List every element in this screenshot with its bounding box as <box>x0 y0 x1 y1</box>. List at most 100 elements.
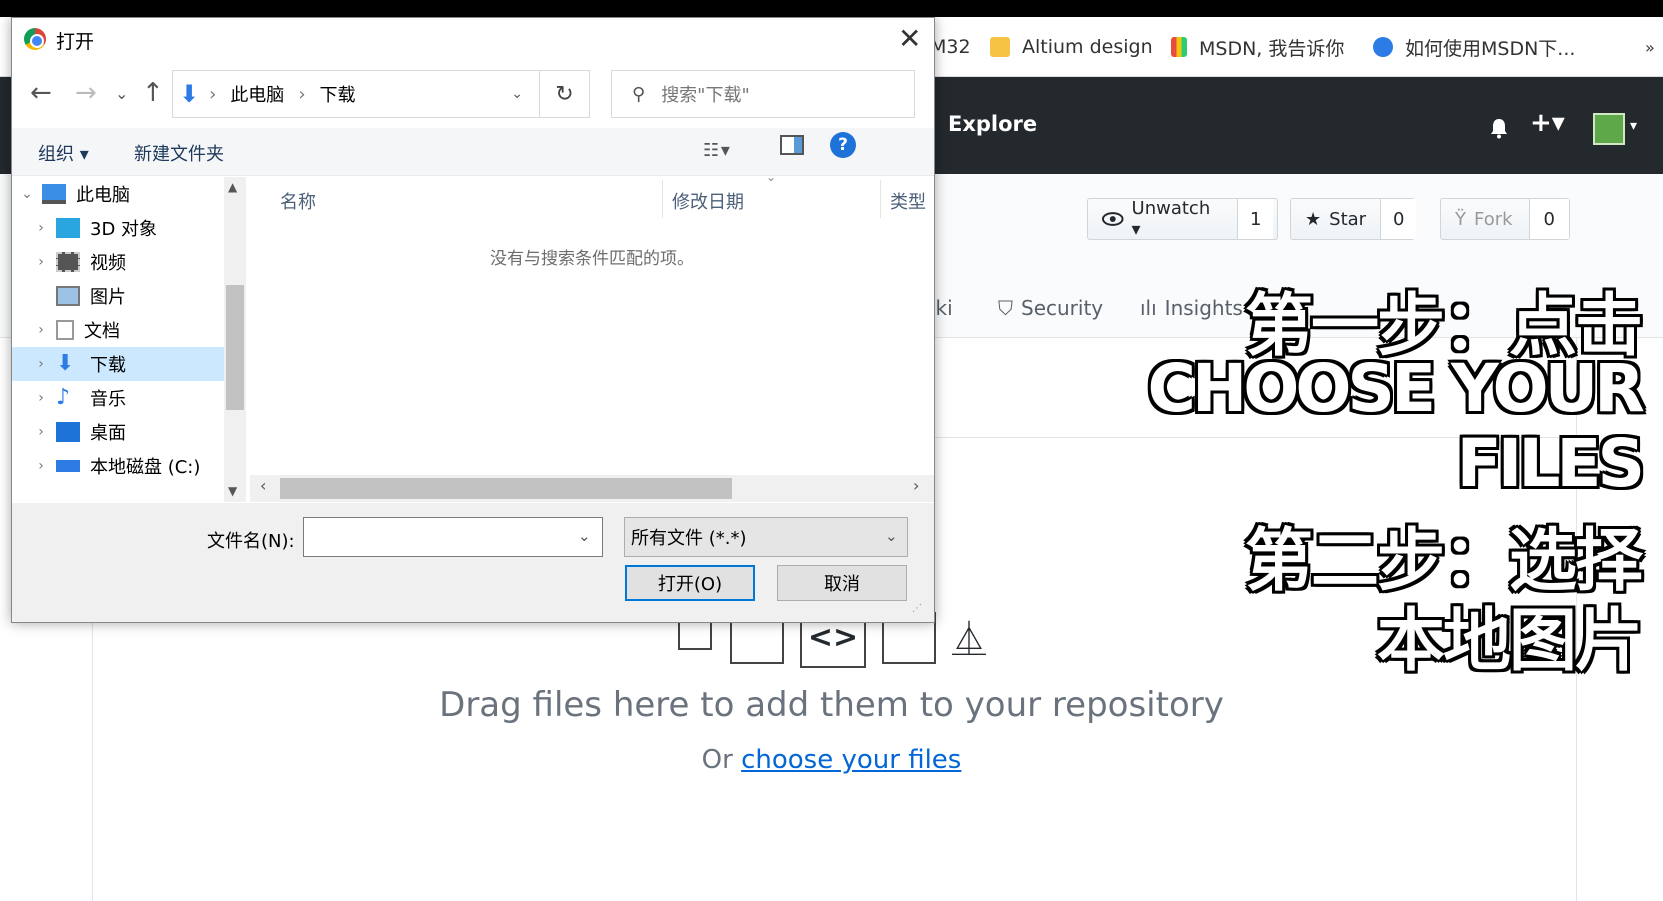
tree-item-documents[interactable]: › 文档 <box>12 313 224 347</box>
refresh-button[interactable]: ↻ <box>540 70 590 118</box>
drag-files-text: Drag files here to add them to your repo… <box>439 685 1224 725</box>
nav-scrollbar-thumb[interactable] <box>226 285 244 410</box>
caret-down-icon[interactable]: ▾ <box>1630 118 1637 134</box>
tree-item-local-disk[interactable]: › 本地磁盘 (C:) <box>12 449 224 483</box>
chevron-right-icon[interactable]: › <box>26 390 56 406</box>
computer-icon <box>42 184 66 204</box>
tree-item-desktop[interactable]: › 桌面 <box>12 415 224 449</box>
eye-icon <box>1102 212 1124 226</box>
preview-pane-icon[interactable] <box>780 135 804 155</box>
bookmark-m32[interactable]: M32 <box>930 17 971 77</box>
filename-input[interactable] <box>303 517 603 557</box>
recent-locations-chevron-icon[interactable]: ⌄ <box>115 84 128 103</box>
chevron-right-icon[interactable]: › <box>26 322 56 338</box>
column-separator <box>662 180 663 218</box>
folder-icon <box>990 37 1010 57</box>
address-bar[interactable]: ⬇ › 此电脑 › 下载 ⌄ <box>172 70 540 118</box>
up-arrow-icon[interactable]: ↑ <box>142 78 164 108</box>
sort-chevron-icon: ⌄ <box>766 170 777 184</box>
organize-menu[interactable]: 组织 ▾ <box>38 140 89 166</box>
resize-grip-icon[interactable]: ⋰ <box>912 603 922 614</box>
unwatch-button[interactable]: Unwatch ▾ 1 <box>1087 198 1278 240</box>
overlay-files: FILES <box>1456 425 1645 502</box>
tab-insights[interactable]: ılı Insights <box>1140 296 1243 320</box>
view-options-icon[interactable]: ☷ ▾ <box>703 140 730 161</box>
star-count[interactable]: 0 <box>1393 209 1404 230</box>
chevron-down-icon[interactable]: ⌄ <box>12 186 42 202</box>
breadcrumb-separator-icon: › <box>209 83 217 105</box>
search-icon: ⚲ <box>632 83 646 105</box>
paw-icon <box>1373 37 1393 57</box>
bookmark-msdn[interactable]: MSDN, 我告诉你 <box>1171 17 1344 77</box>
fork-icon: Ÿ <box>1455 208 1466 230</box>
create-new-button[interactable]: +▾ <box>1530 108 1565 138</box>
cancel-button[interactable]: 取消 <box>777 565 907 601</box>
breadcrumb-separator-icon: › <box>298 83 306 105</box>
tree-item-this-pc[interactable]: ⌄ 此电脑 <box>12 177 224 211</box>
3d-objects-icon <box>56 218 80 238</box>
column-name[interactable]: 名称 <box>280 188 316 214</box>
shield-icon: ⛉ <box>998 296 1013 320</box>
msdn-icon <box>1171 37 1187 57</box>
back-arrow-icon[interactable]: ← <box>30 78 52 108</box>
open-button[interactable]: 打开(O) <box>625 565 755 601</box>
column-type[interactable]: 类型 <box>890 188 926 214</box>
unwatch-count[interactable]: 1 <box>1250 209 1261 230</box>
tree-item-downloads[interactable]: › ⬇ 下载 <box>12 347 224 381</box>
close-icon[interactable]: ✕ <box>898 22 921 55</box>
file-list[interactable] <box>250 177 934 477</box>
document-icon <box>56 320 74 340</box>
bookmark-altium[interactable]: Altium design <box>990 17 1153 77</box>
chevron-right-icon[interactable]: › <box>26 254 56 270</box>
scroll-right-icon[interactable]: › <box>913 476 919 495</box>
avatar[interactable] <box>1593 113 1625 145</box>
forward-arrow-icon[interactable]: → <box>75 78 97 108</box>
search-placeholder: 搜索"下载" <box>661 85 750 106</box>
tree-item-pictures[interactable]: 图片 <box>12 279 224 313</box>
fork-button[interactable]: Ÿ Fork 0 <box>1440 198 1570 240</box>
browser-top-strip <box>0 0 1663 17</box>
search-input[interactable]: ⚲ 搜索"下载" <box>611 70 915 118</box>
video-icon <box>56 252 80 272</box>
help-icon[interactable]: ? <box>830 132 856 158</box>
bell-icon[interactable] <box>1488 117 1510 139</box>
chevron-down-icon[interactable]: ⌄ <box>578 527 591 545</box>
graph-icon: ılı <box>1140 296 1157 320</box>
scroll-left-icon[interactable]: ‹ <box>260 476 266 495</box>
overlay-choose-your: CHOOSE YOUR <box>1147 350 1645 427</box>
tab-security[interactable]: ⛉ Security <box>998 296 1103 320</box>
horizontal-scrollbar-thumb[interactable] <box>280 478 732 499</box>
chevron-right-icon[interactable]: › <box>26 356 56 372</box>
overlay-local-images: 本地图片 <box>1376 602 1643 681</box>
filename-label: 文件名(N): <box>207 531 295 552</box>
chevron-right-icon[interactable]: › <box>26 424 56 440</box>
tree-item-3d-objects[interactable]: › 3D 对象 <box>12 211 224 245</box>
bookmark-howto-msdn[interactable]: 如何使用MSDN下... <box>1373 17 1575 77</box>
breadcrumb-this-pc[interactable]: 此电脑 <box>230 81 284 107</box>
star-icon: ★ <box>1305 208 1322 230</box>
column-date-modified[interactable]: 修改日期 <box>672 188 744 214</box>
tree-item-music[interactable]: › ♪ 音乐 <box>12 381 224 415</box>
chrome-icon <box>24 28 46 50</box>
download-arrow-icon: ⬇ <box>179 80 200 108</box>
chevron-right-icon[interactable]: › <box>26 458 56 474</box>
tree-item-videos[interactable]: › 视频 <box>12 245 224 279</box>
music-icon: ♪ <box>56 385 71 410</box>
filetype-select[interactable]: 所有文件 (*.*) <box>624 517 908 557</box>
drive-icon <box>56 460 80 472</box>
explore-link[interactable]: Explore <box>948 112 1037 136</box>
new-folder-button[interactable]: 新建文件夹 <box>134 140 224 166</box>
chevron-down-icon[interactable]: ⌄ <box>885 527 898 545</box>
bookmarks-more-button[interactable]: » <box>1645 17 1655 77</box>
desktop-icon <box>56 422 80 442</box>
chevron-right-icon[interactable]: › <box>26 220 56 236</box>
scroll-up-icon[interactable]: ▲ <box>228 180 237 194</box>
pdf-file-icon: ⏅ <box>952 612 988 660</box>
choose-your-files-link[interactable]: choose your files <box>741 745 961 775</box>
star-button[interactable]: ★ Star 0 <box>1290 198 1417 240</box>
fork-count[interactable]: 0 <box>1544 209 1555 230</box>
breadcrumb-downloads[interactable]: 下载 <box>320 81 356 107</box>
scroll-down-icon[interactable]: ▼ <box>228 484 237 498</box>
column-separator <box>880 180 881 218</box>
chevron-down-icon[interactable]: ⌄ <box>511 86 523 102</box>
